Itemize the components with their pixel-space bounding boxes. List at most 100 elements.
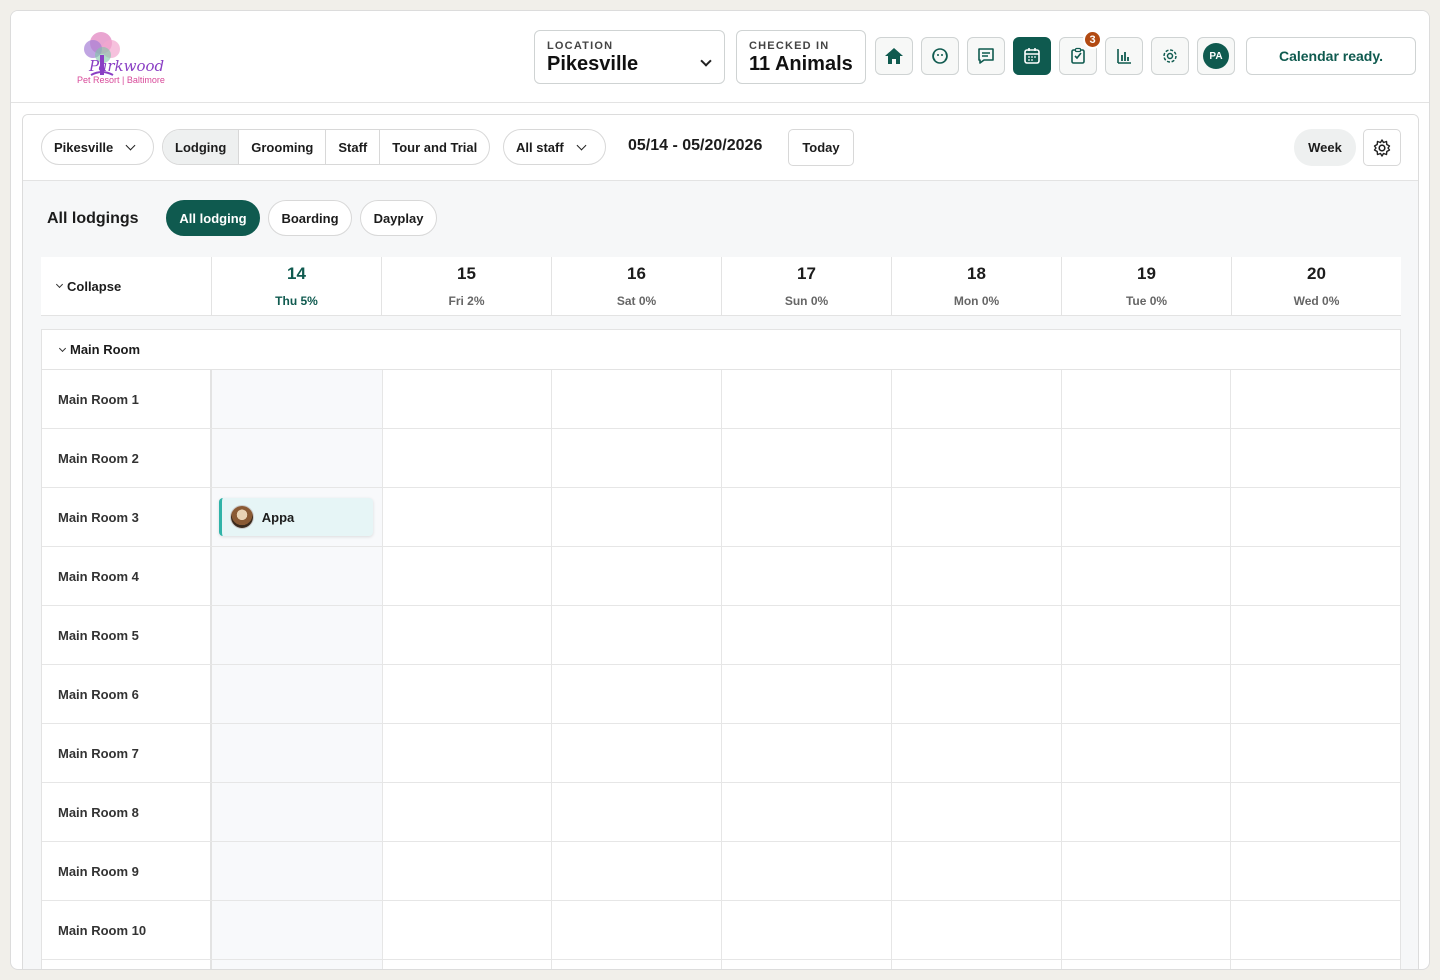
calendar-cell[interactable] — [721, 960, 891, 969]
tab-staff[interactable]: Staff — [325, 130, 379, 164]
day-header[interactable]: 18 Mon 0% — [891, 257, 1061, 315]
calendar-cell[interactable] — [1060, 960, 1231, 969]
day-header[interactable]: 15 Fri 2% — [381, 257, 551, 315]
calendar-cell[interactable] — [1230, 842, 1400, 900]
calendar-cell[interactable] — [721, 488, 891, 546]
messages-button[interactable] — [967, 37, 1005, 75]
calendar-cell[interactable] — [890, 370, 1061, 428]
calendar-cell[interactable] — [1060, 724, 1231, 782]
calendar-cell[interactable] — [551, 665, 721, 723]
calendar-cell[interactable] — [890, 606, 1061, 664]
filter-dayplay[interactable]: Dayplay — [360, 200, 437, 236]
calendar-cell[interactable] — [381, 606, 552, 664]
day-header[interactable]: 19 Tue 0% — [1061, 257, 1231, 315]
reports-button[interactable] — [1105, 37, 1143, 75]
calendar-cell[interactable] — [1230, 429, 1400, 487]
calendar-cell[interactable] — [381, 547, 552, 605]
calendar-cell[interactable] — [551, 488, 721, 546]
tab-lodging[interactable]: Lodging — [163, 130, 239, 164]
calendar-cell[interactable] — [381, 901, 552, 959]
calendar-cell[interactable] — [1230, 960, 1400, 969]
calendar-cell[interactable] — [890, 547, 1061, 605]
calendar-cell[interactable] — [551, 783, 721, 841]
calendar-cell[interactable] — [381, 960, 552, 969]
calendar-cell[interactable] — [551, 606, 721, 664]
calendar-cell[interactable] — [890, 960, 1061, 969]
tab-grooming[interactable]: Grooming — [238, 130, 325, 164]
calendar-cell[interactable]: Appa — [211, 488, 382, 546]
calendar-cell[interactable] — [721, 547, 891, 605]
calendar-cell[interactable] — [1060, 665, 1231, 723]
filter-all-lodging[interactable]: All lodging — [166, 200, 260, 236]
calendar-cell[interactable] — [721, 842, 891, 900]
calendar-cell[interactable] — [1060, 488, 1231, 546]
calendar-cell[interactable] — [721, 901, 891, 959]
calendar-cell[interactable] — [1060, 370, 1231, 428]
calendar-cell[interactable] — [1060, 429, 1231, 487]
calendar-cell[interactable] — [381, 370, 552, 428]
calendar-cell[interactable] — [211, 842, 382, 900]
calendar-cell[interactable] — [211, 960, 382, 969]
calendar-cell[interactable] — [890, 783, 1061, 841]
calendar-cell[interactable] — [890, 488, 1061, 546]
calendar-cell[interactable] — [890, 901, 1061, 959]
calendar-cell[interactable] — [1060, 547, 1231, 605]
calendar-cell[interactable] — [211, 783, 382, 841]
today-button[interactable]: Today — [788, 129, 854, 166]
calendar-cell[interactable] — [1230, 488, 1400, 546]
home-button[interactable] — [875, 37, 913, 75]
calendar-cell[interactable] — [211, 665, 382, 723]
calendar-cell[interactable] — [721, 370, 891, 428]
calendar-cell[interactable] — [551, 370, 721, 428]
calendar-cell[interactable] — [381, 783, 552, 841]
calendar-cell[interactable] — [890, 665, 1061, 723]
day-header[interactable]: 16 Sat 0% — [551, 257, 721, 315]
status-button[interactable]: Calendar ready. — [1246, 37, 1416, 75]
calendar-cell[interactable] — [381, 724, 552, 782]
calendar-cell[interactable] — [211, 370, 382, 428]
calendar-cell[interactable] — [1230, 547, 1400, 605]
calendar-cell[interactable] — [1230, 370, 1400, 428]
calendar-cell[interactable] — [211, 606, 382, 664]
filter-boarding[interactable]: Boarding — [268, 200, 352, 236]
collapse-toggle[interactable]: Collapse — [41, 257, 211, 315]
calendar-cell[interactable] — [211, 724, 382, 782]
room-group-toggle[interactable]: Main Room — [42, 330, 1400, 370]
calendar-cell[interactable] — [551, 960, 721, 969]
calendar-cell[interactable] — [1060, 901, 1231, 959]
calendar-cell[interactable] — [551, 547, 721, 605]
calendar-settings-button[interactable] — [1363, 129, 1401, 166]
calendar-cell[interactable] — [890, 429, 1061, 487]
checked-in-card[interactable]: CHECKED IN 11 Animals — [736, 30, 866, 84]
calendar-cell[interactable] — [721, 783, 891, 841]
calendar-cell[interactable] — [1060, 783, 1231, 841]
day-header[interactable]: 17 Sun 0% — [721, 257, 891, 315]
calendar-cell[interactable] — [551, 724, 721, 782]
calendar-cell[interactable] — [1230, 606, 1400, 664]
calendar-cell[interactable] — [211, 901, 382, 959]
calendar-cell[interactable] — [381, 429, 552, 487]
settings-button[interactable] — [1151, 37, 1189, 75]
pets-button[interactable] — [921, 37, 959, 75]
calendar-button[interactable] — [1013, 37, 1051, 75]
calendar-cell[interactable] — [890, 724, 1061, 782]
calendar-cell[interactable] — [551, 842, 721, 900]
calendar-cell[interactable] — [1230, 783, 1400, 841]
calendar-cell[interactable] — [211, 429, 382, 487]
calendar-cell[interactable] — [1060, 842, 1231, 900]
tasks-button[interactable]: 3 — [1059, 30, 1102, 75]
profile-button[interactable]: PA — [1197, 37, 1235, 75]
calendar-cell[interactable] — [1230, 724, 1400, 782]
calendar-cell[interactable] — [890, 842, 1061, 900]
tab-tour-and-trial[interactable]: Tour and Trial — [379, 130, 489, 164]
location-select[interactable]: LOCATION Pikesville — [534, 30, 725, 84]
calendar-cell[interactable] — [721, 724, 891, 782]
calendar-cell[interactable] — [1230, 665, 1400, 723]
calendar-cell[interactable] — [381, 842, 552, 900]
calendar-cell[interactable] — [721, 665, 891, 723]
calendar-cell[interactable] — [721, 429, 891, 487]
week-view-button[interactable]: Week — [1294, 129, 1356, 166]
staff-filter-dropdown[interactable]: All staff — [503, 129, 606, 165]
calendar-cell[interactable] — [211, 547, 382, 605]
booking-card[interactable]: Appa — [218, 498, 373, 536]
